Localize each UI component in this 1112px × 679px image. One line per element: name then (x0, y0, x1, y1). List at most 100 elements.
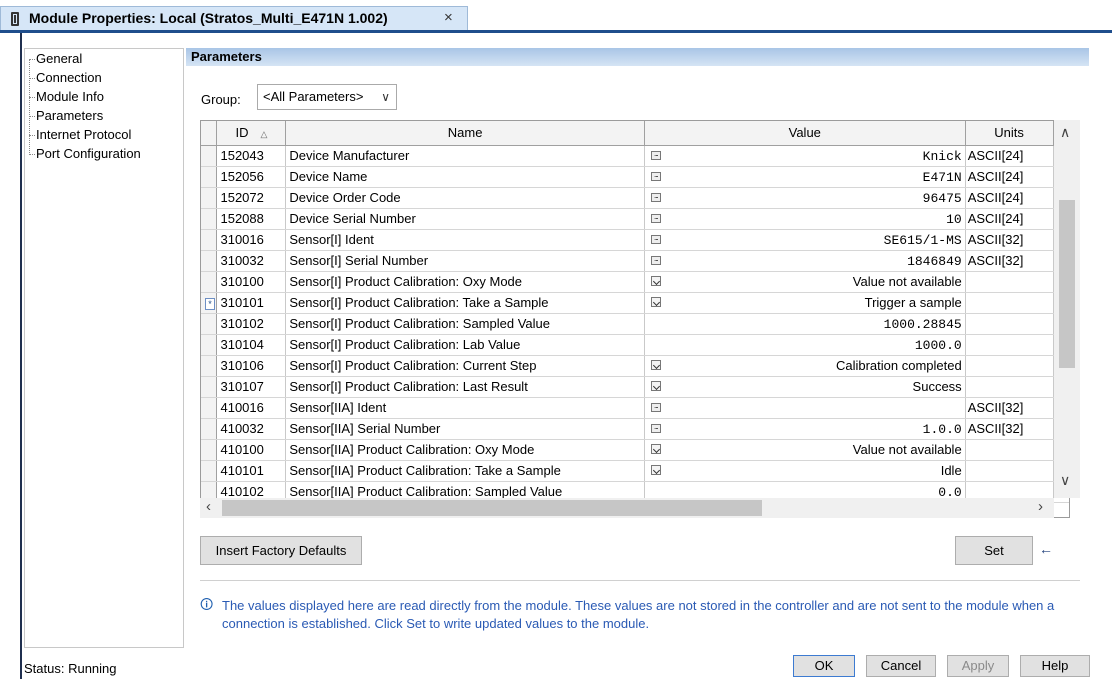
row-selector[interactable] (201, 208, 218, 230)
column-header-name[interactable]: Name (285, 121, 645, 146)
cell-value[interactable]: ... 1846849 (644, 250, 966, 272)
table-row[interactable]: * 310101 Sensor[I] Product Calibration: Ta… (201, 292, 1069, 314)
scroll-left-icon[interactable]: ‹ (206, 498, 211, 515)
dropdown-icon[interactable] (650, 275, 661, 286)
row-selector[interactable] (201, 397, 218, 419)
row-selector[interactable] (201, 187, 218, 209)
cell-value[interactable]: ... 10 (644, 208, 966, 230)
row-selector[interactable] (201, 439, 218, 461)
column-header-units[interactable]: Units (965, 121, 1054, 146)
cell-name: Sensor[I] Product Calibration: Oxy Mode (285, 271, 645, 293)
tree-item-general[interactable]: General (25, 49, 183, 68)
ellipsis-icon[interactable]: ... (650, 191, 661, 202)
dropdown-icon[interactable] (650, 464, 661, 475)
cell-value[interactable]: ... 96475 (644, 187, 966, 209)
cell-value[interactable]: ... 1.0.0 (644, 418, 966, 440)
vertical-scroll-thumb[interactable] (1059, 200, 1075, 368)
table-row[interactable]: 310102 Sensor[I] Product Calibration: Sam… (201, 313, 1069, 335)
row-selector[interactable] (201, 334, 218, 356)
table-row[interactable]: 310032 Sensor[I] Serial Number... 1846849 A… (201, 250, 1069, 272)
row-selector[interactable] (201, 229, 218, 251)
help-button[interactable]: Help (1020, 655, 1090, 677)
table-row[interactable]: 410100 Sensor[IIA] Product Calibration: O… (201, 439, 1069, 461)
row-selector[interactable] (201, 271, 218, 293)
ellipsis-icon[interactable]: ... (650, 254, 661, 265)
table-row[interactable]: 152056 Device Name... E471N ASCII[24] (201, 166, 1069, 188)
scroll-up-icon[interactable]: ∧ (1060, 124, 1070, 141)
cell-value[interactable]: ... SE615/1-MS (644, 229, 966, 251)
cell-id: 310102 (216, 313, 287, 335)
table-row[interactable]: 152088 Device Serial Number... 10 ASCII[24] (201, 208, 1069, 230)
cell-value[interactable]: Trigger a sample (644, 292, 966, 314)
scroll-down-icon[interactable]: ∨ (1060, 472, 1070, 489)
row-selector[interactable] (201, 250, 218, 272)
window-tab[interactable]: Module Properties: Local (Stratos_Multi_… (0, 6, 468, 30)
horizontal-scrollbar[interactable]: ‹ › (200, 498, 1054, 518)
cell-value[interactable]: Value not available (644, 271, 966, 293)
table-row[interactable]: 310016 Sensor[I] Ident... SE615/1-MS ASCII[… (201, 229, 1069, 251)
table-row[interactable]: 410016 Sensor[IIA] Ident... ASCII[32] (201, 397, 1069, 419)
tree-item-connection[interactable]: Connection (25, 68, 183, 87)
row-selector[interactable] (201, 145, 218, 167)
table-row[interactable]: 310106 Sensor[I] Product Calibration: Cur… (201, 355, 1069, 377)
table-row[interactable]: 310100 Sensor[I] Product Calibration: Oxy… (201, 271, 1069, 293)
table-row[interactable]: 152072 Device Order Code... 96475 ASCII[24] (201, 187, 1069, 209)
dropdown-icon[interactable] (650, 443, 661, 454)
row-selector[interactable] (201, 355, 218, 377)
cell-value[interactable]: Idle (644, 460, 966, 482)
set-button[interactable]: Set (955, 536, 1033, 565)
cell-id: 310016 (216, 229, 287, 251)
cell-value-text: Trigger a sample (864, 295, 962, 310)
dropdown-icon[interactable] (650, 380, 661, 391)
cell-name: Sensor[I] Serial Number (285, 250, 645, 272)
cell-name: Sensor[I] Product Calibration: Current S… (285, 355, 645, 377)
group-dropdown-value: <All Parameters> (263, 89, 364, 104)
table-row[interactable]: 410101 Sensor[IIA] Product Calibration: T… (201, 460, 1069, 482)
cancel-button[interactable]: Cancel (866, 655, 936, 677)
insert-factory-defaults-button[interactable]: Insert Factory Defaults (200, 536, 362, 565)
cell-value[interactable]: Calibration completed (644, 355, 966, 377)
scroll-right-icon[interactable]: › (1038, 498, 1043, 515)
cell-value[interactable]: ... E471N (644, 166, 966, 188)
arrow-left-icon: ← (1039, 541, 1053, 557)
dropdown-icon[interactable] (650, 296, 661, 307)
table-row[interactable]: 310107 Sensor[I] Product Calibration: Las… (201, 376, 1069, 398)
vertical-scrollbar[interactable]: ∧ ∨ (1054, 120, 1080, 498)
cell-value[interactable]: ... Knick (644, 145, 966, 167)
row-selector[interactable]: * (201, 292, 218, 314)
cell-value[interactable]: 1000.0 (644, 334, 966, 356)
apply-button[interactable]: Apply (947, 655, 1009, 677)
ellipsis-icon[interactable]: ... (650, 422, 661, 433)
tree-item-module-info[interactable]: Module Info (25, 87, 183, 106)
column-header-id[interactable]: ID △ (216, 121, 287, 146)
group-dropdown[interactable]: <All Parameters> ∨ (257, 84, 397, 110)
info-icon: 🛈 (200, 597, 214, 612)
ok-button[interactable]: OK (793, 655, 855, 677)
row-selector[interactable] (201, 166, 218, 188)
ellipsis-icon[interactable]: ... (650, 233, 661, 244)
dropdown-icon[interactable] (650, 359, 661, 370)
cell-units: ASCII[32] (965, 229, 1054, 251)
ellipsis-icon[interactable]: ... (650, 170, 661, 181)
tree-item-internet-protocol[interactable]: Internet Protocol (25, 125, 183, 144)
ellipsis-icon[interactable]: ... (650, 149, 661, 160)
cell-value[interactable]: Success (644, 376, 966, 398)
row-selector[interactable] (201, 313, 218, 335)
cell-name: Sensor[IIA] Product Calibration: Oxy Mod… (285, 439, 645, 461)
table-row[interactable]: 310104 Sensor[I] Product Calibration: Lab… (201, 334, 1069, 356)
tree-item-parameters[interactable]: Parameters (25, 106, 183, 125)
table-row[interactable]: 410032 Sensor[IIA] Serial Number... 1.0.0 A… (201, 418, 1069, 440)
close-icon[interactable]: × (444, 9, 453, 26)
row-selector[interactable] (201, 376, 218, 398)
ellipsis-icon[interactable]: ... (650, 212, 661, 223)
table-row[interactable]: 152043 Device Manufacturer... Knick ASCII[2… (201, 145, 1069, 167)
cell-value[interactable]: Value not available (644, 439, 966, 461)
horizontal-scroll-thumb[interactable] (222, 500, 762, 516)
cell-value[interactable]: ... (644, 397, 966, 419)
tree-item-port-configuration[interactable]: Port Configuration (25, 144, 183, 163)
row-selector[interactable] (201, 418, 218, 440)
category-tree: General Connection Module Info Parameter… (24, 48, 184, 648)
row-selector[interactable] (201, 460, 218, 482)
column-header-value[interactable]: Value (644, 121, 966, 146)
ellipsis-icon[interactable]: ... (650, 401, 661, 412)
